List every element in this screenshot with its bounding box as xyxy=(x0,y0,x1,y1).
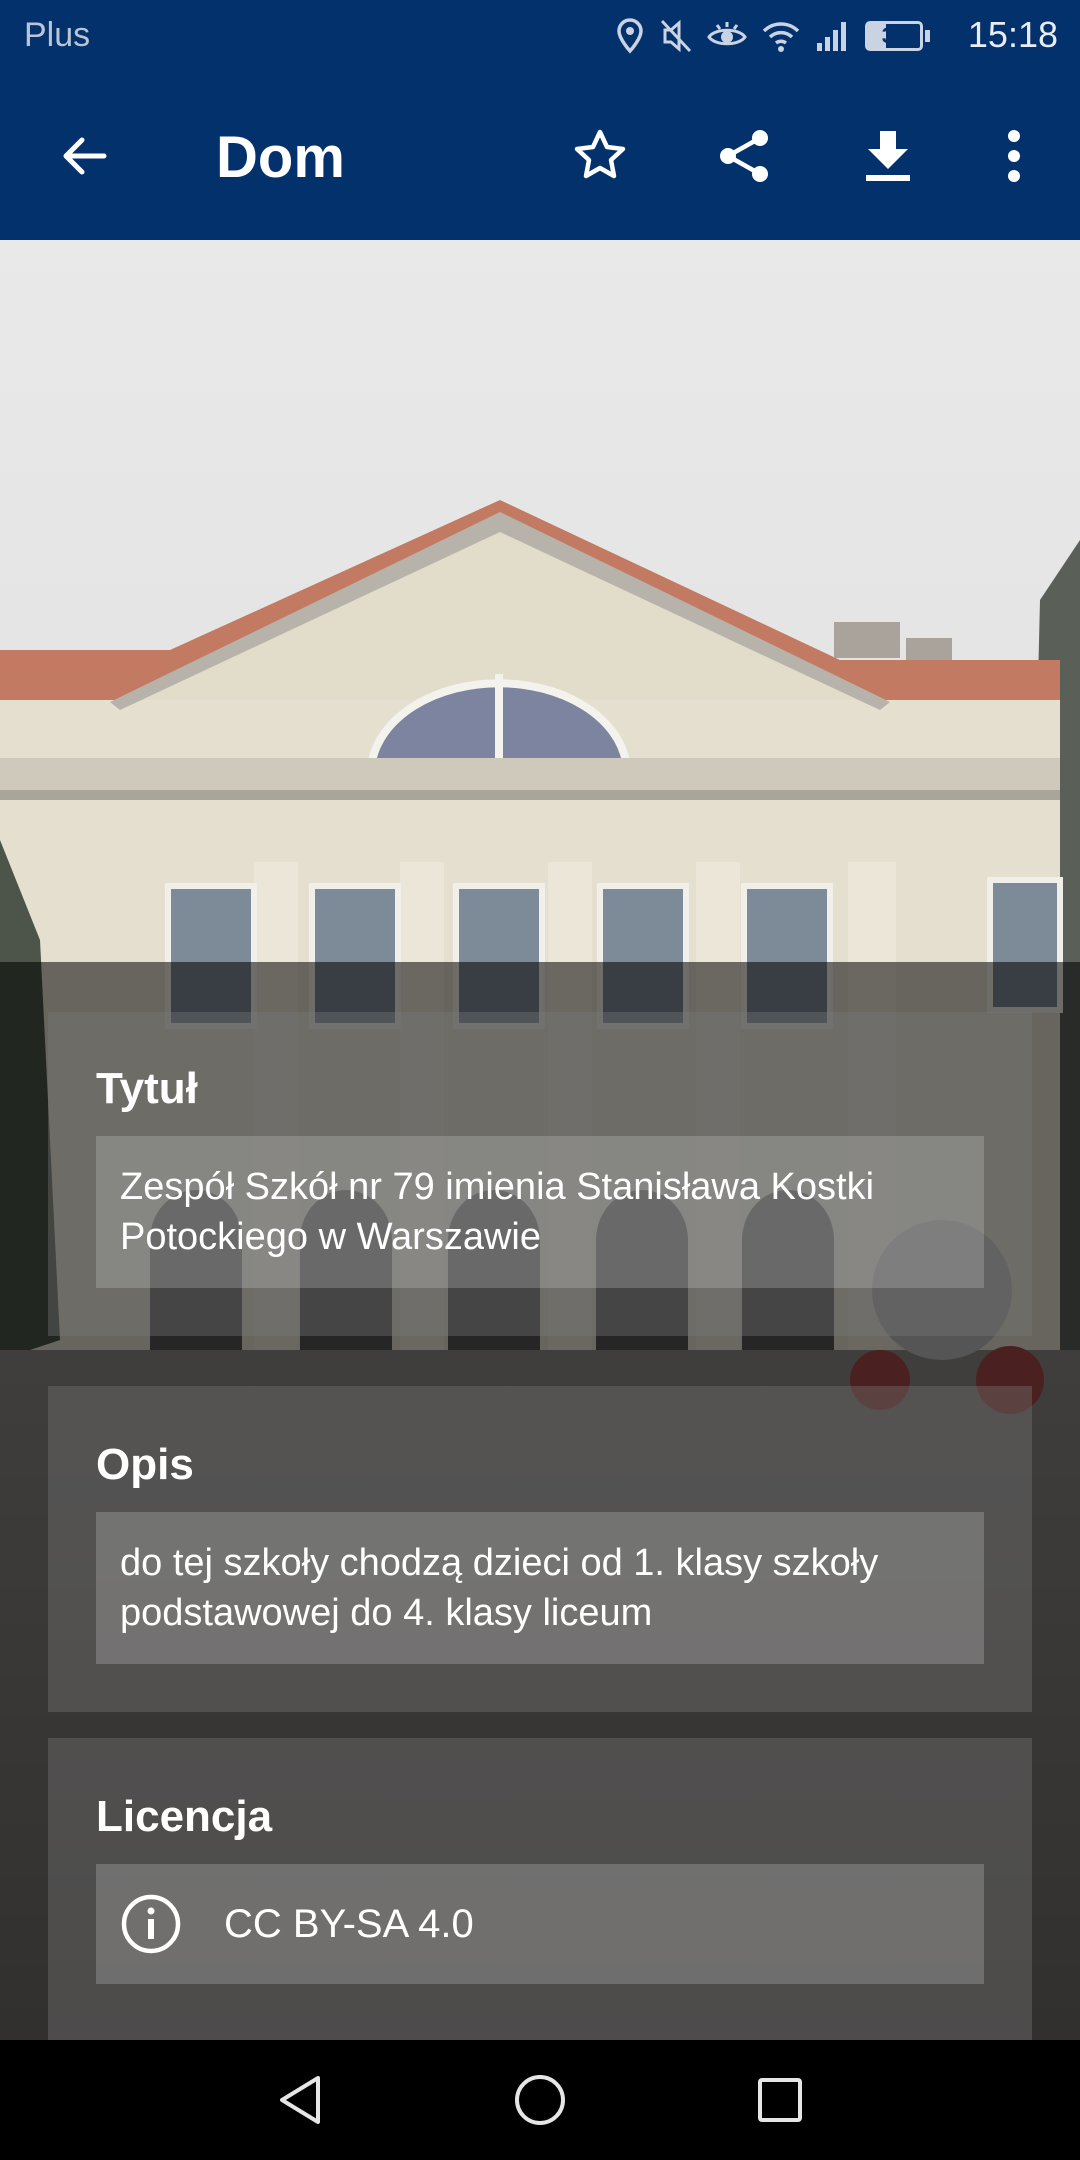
navigation-bar xyxy=(0,2040,1080,2160)
location-icon xyxy=(617,18,643,54)
home-circle-icon xyxy=(515,2075,565,2125)
nav-home-button[interactable] xyxy=(504,2064,576,2136)
license-row[interactable]: CC BY-SA 4.0 xyxy=(96,1864,984,1984)
battery-icon: 35 xyxy=(865,21,923,51)
page-title: Dom xyxy=(216,125,345,190)
wifi-icon xyxy=(762,22,800,52)
share-icon xyxy=(720,130,768,182)
battery-level: 35 xyxy=(881,23,907,48)
description-card: Opis do tej szkoły chodzą dzieci od 1. k… xyxy=(48,1386,1032,1712)
details-overlay: Tytuł Zespół Szkół nr 79 imienia Stanisł… xyxy=(0,962,1080,2040)
nav-back-button[interactable] xyxy=(264,2064,336,2136)
status-icons: 35 xyxy=(615,14,930,58)
download-icon xyxy=(866,131,910,181)
signal-icon xyxy=(817,22,846,51)
mute-icon xyxy=(660,19,692,53)
license-row-content: CC BY-SA 4.0 xyxy=(96,1864,984,1984)
back-arrow-icon xyxy=(63,137,107,175)
more-vert-icon xyxy=(1008,130,1020,182)
more-options-button[interactable] xyxy=(978,120,1050,192)
app-bar: Dom xyxy=(0,72,1080,240)
bookmark-button[interactable] xyxy=(564,120,636,192)
download-button[interactable] xyxy=(852,120,924,192)
battery-cap xyxy=(925,30,930,42)
back-button[interactable] xyxy=(48,120,120,192)
license-label: Licencja xyxy=(96,1792,273,1841)
info-icon xyxy=(121,1894,181,1954)
share-button[interactable] xyxy=(708,120,780,192)
title-card: Tytuł Zespół Szkół nr 79 imienia Stanisł… xyxy=(48,1012,1032,1336)
nav-recents-button[interactable] xyxy=(744,2064,816,2136)
eye-comfort-icon xyxy=(707,22,747,46)
clock: 15:18 xyxy=(967,14,1058,55)
description-label: Opis xyxy=(96,1440,194,1489)
recents-square-icon xyxy=(758,2078,802,2122)
status-bar: Plus 35 15:18 xyxy=(0,0,1080,72)
title-value: Zespół Szkół nr 79 imienia Stanisława Ko… xyxy=(96,1136,984,1288)
carrier-label: Plus xyxy=(24,16,91,54)
description-value: do tej szkoły chodzą dzieci od 1. klasy … xyxy=(96,1512,984,1664)
back-triangle-icon xyxy=(280,2076,320,2124)
license-card: Licencja CC BY-SA 4.0 xyxy=(48,1738,1032,2040)
title-label: Tytuł xyxy=(96,1064,198,1113)
license-value: CC BY-SA 4.0 xyxy=(224,1902,474,1946)
star-icon xyxy=(574,129,626,179)
